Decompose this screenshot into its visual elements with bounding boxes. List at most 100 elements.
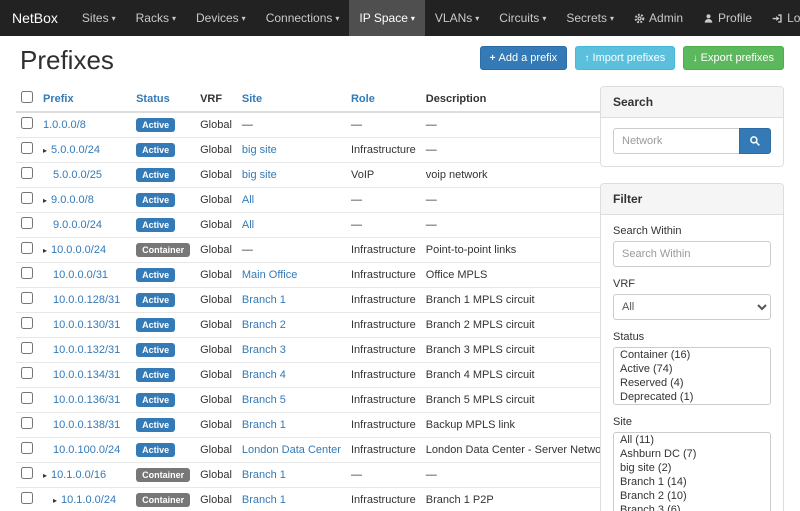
site-link[interactable]: All [242, 194, 254, 206]
nav-item-connections[interactable]: Connections▾ [256, 0, 350, 36]
select-option[interactable]: Container (16) [614, 348, 770, 362]
nav-item-racks[interactable]: Racks▾ [126, 0, 186, 36]
prefix-link[interactable]: 10.0.0.132/31 [53, 344, 120, 356]
row-checkbox[interactable] [21, 217, 33, 229]
select-option[interactable]: big site (2) [614, 461, 770, 475]
site-link[interactable]: big site [242, 144, 277, 156]
add-prefix-button[interactable]: +Add a prefix [480, 46, 568, 70]
site-link[interactable]: big site [242, 169, 277, 181]
filter-field-status: Status Container (16)Active (74)Reserved… [613, 331, 771, 405]
site-link[interactable]: Branch 1 [242, 419, 286, 431]
row-checkbox[interactable] [21, 167, 33, 179]
select-option[interactable]: Branch 3 (6) [614, 503, 770, 511]
export-prefixes-button[interactable]: ↓Export prefixes [683, 46, 784, 70]
site-link[interactable]: Branch 1 [242, 469, 286, 481]
import-prefixes-button[interactable]: ↑Import prefixes [575, 46, 676, 70]
prefix-link[interactable]: 5.0.0.0/24 [51, 144, 100, 156]
prefix-link[interactable]: 10.0.100.0/24 [53, 444, 120, 456]
prefix-link[interactable]: 10.0.0.136/31 [53, 394, 120, 406]
logout-icon [772, 13, 783, 24]
prefix-link[interactable]: 5.0.0.0/25 [53, 169, 102, 181]
prefix-link[interactable]: 9.0.0.0/24 [53, 219, 102, 231]
select-option[interactable]: Active (74) [614, 362, 770, 376]
role-value: Infrastructure [351, 319, 416, 331]
row-checkbox[interactable] [21, 192, 33, 204]
site-link[interactable]: Branch 3 [242, 344, 286, 356]
row-checkbox[interactable] [21, 392, 33, 404]
row-checkbox[interactable] [21, 242, 33, 254]
site-link[interactable]: Branch 1 [242, 494, 286, 506]
nav-item-ip-space[interactable]: IP Space▾ [349, 0, 425, 36]
select-all-checkbox[interactable] [21, 91, 33, 103]
search-button[interactable] [739, 128, 771, 154]
nav-item-secrets[interactable]: Secrets▾ [556, 0, 624, 36]
site-multiselect[interactable]: All (11)Ashburn DC (7)big site (2)Branch… [613, 432, 771, 511]
column-header-role[interactable]: Role [346, 86, 421, 112]
row-checkbox[interactable] [21, 492, 33, 504]
row-checkbox[interactable] [21, 342, 33, 354]
prefix-link[interactable]: 10.0.0.134/31 [53, 369, 120, 381]
status-badge: Active [136, 193, 175, 207]
site-link[interactable]: Branch 2 [242, 319, 286, 331]
expand-caret-icon[interactable]: ▸ [43, 471, 47, 480]
prefix-link[interactable]: 9.0.0.0/8 [51, 194, 94, 206]
status-multiselect[interactable]: Container (16)Active (74)Reserved (4)Dep… [613, 347, 771, 405]
row-checkbox[interactable] [21, 367, 33, 379]
row-checkbox[interactable] [21, 317, 33, 329]
select-option[interactable]: Branch 1 (14) [614, 475, 770, 489]
prefix-link[interactable]: 1.0.0.0/8 [43, 119, 86, 131]
prefix-link[interactable]: 10.0.0.0/31 [53, 269, 108, 281]
expand-caret-icon[interactable]: ▸ [43, 246, 47, 255]
description-value: Branch 1 MPLS circuit [426, 294, 535, 306]
vrf-value: Global [200, 394, 232, 406]
search-panel: Search [600, 86, 784, 167]
site-link[interactable]: Branch 4 [242, 369, 286, 381]
prefix-link[interactable]: 10.1.0.0/16 [51, 469, 106, 481]
row-checkbox[interactable] [21, 267, 33, 279]
status-badge: Active [136, 268, 175, 282]
select-option[interactable]: Deprecated (1) [614, 390, 770, 404]
site-link[interactable]: Branch 5 [242, 394, 286, 406]
nav-item-sites[interactable]: Sites▾ [72, 0, 126, 36]
nav-item-logout[interactable]: Log out [762, 0, 800, 36]
row-checkbox[interactable] [21, 442, 33, 454]
column-header-site[interactable]: Site [237, 86, 346, 112]
row-checkbox[interactable] [21, 117, 33, 129]
nav-item-vlans[interactable]: VLANs▾ [425, 0, 489, 36]
row-checkbox[interactable] [21, 142, 33, 154]
select-option[interactable]: Reserved (4) [614, 376, 770, 390]
expand-caret-icon[interactable]: ▸ [53, 496, 57, 505]
filter-field-search-within: Search Within [613, 225, 771, 267]
expand-caret-icon[interactable]: ▸ [43, 196, 47, 205]
site-link[interactable]: London Data Center [242, 444, 341, 456]
prefix-link[interactable]: 10.0.0.138/31 [53, 419, 120, 431]
column-header-status[interactable]: Status [131, 86, 195, 112]
row-checkbox[interactable] [21, 467, 33, 479]
expand-caret-icon[interactable]: ▸ [43, 146, 47, 155]
search-within-input[interactable] [613, 241, 771, 267]
prefix-link[interactable]: 10.1.0.0/24 [61, 494, 116, 506]
site-link[interactable]: Main Office [242, 269, 297, 281]
prefix-link[interactable]: 10.0.0.128/31 [53, 294, 120, 306]
prefix-link[interactable]: 10.0.0.0/24 [51, 244, 106, 256]
select-option[interactable]: Ashburn DC (7) [614, 447, 770, 461]
column-header-prefix[interactable]: Prefix [38, 86, 131, 112]
nav-item-admin[interactable]: Admin [624, 0, 693, 36]
brand-logo[interactable]: NetBox [0, 0, 72, 36]
site-link[interactable]: All [242, 219, 254, 231]
site-link[interactable]: Branch 1 [242, 294, 286, 306]
chevron-down-icon: ▾ [112, 14, 116, 23]
nav-item-circuits[interactable]: Circuits▾ [489, 0, 556, 36]
prefix-link[interactable]: 10.0.0.130/31 [53, 319, 120, 331]
row-checkbox[interactable] [21, 292, 33, 304]
search-input[interactable] [613, 128, 739, 154]
select-option[interactable]: All (11) [614, 433, 770, 447]
table-row: 10.0.100.0/24ActiveGlobalLondon Data Cen… [16, 438, 615, 463]
table-row: ▸9.0.0.0/8ActiveGlobalAll—— [16, 188, 615, 213]
nav-item-profile[interactable]: Profile [693, 0, 762, 36]
row-checkbox[interactable] [21, 417, 33, 429]
table-row: ▸10.0.0.0/24ContainerGlobal—Infrastructu… [16, 238, 615, 263]
select-option[interactable]: Branch 2 (10) [614, 489, 770, 503]
nav-item-devices[interactable]: Devices▾ [186, 0, 256, 36]
vrf-select[interactable]: All [613, 294, 771, 320]
